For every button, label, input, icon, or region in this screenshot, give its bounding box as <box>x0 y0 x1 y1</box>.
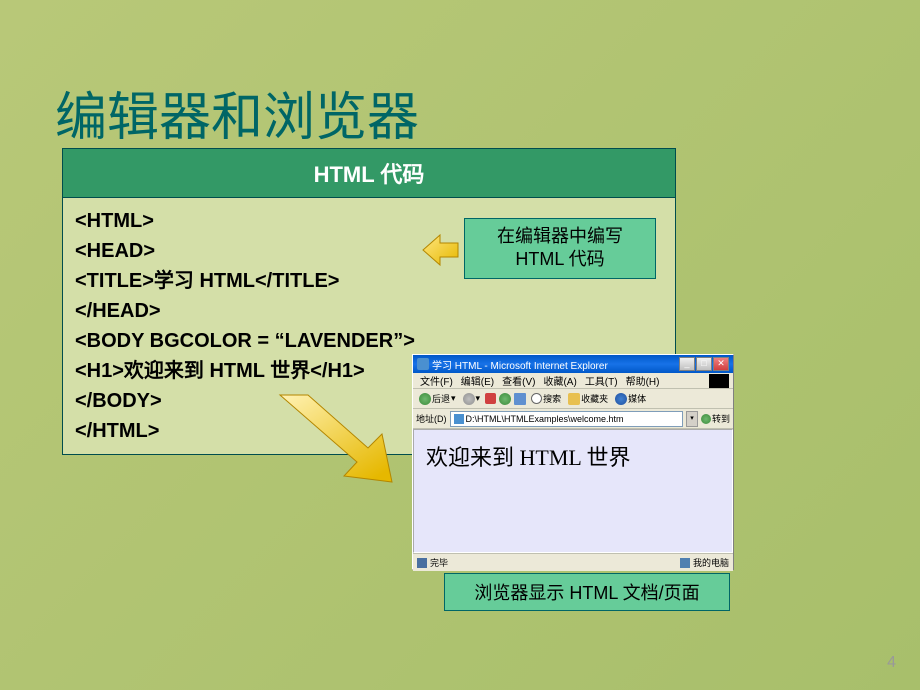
code-line: <BODY BGCOLOR = “LAVENDER”> <box>75 326 663 356</box>
address-input[interactable]: D:\HTML\HTMLExamples\welcome.htm <box>450 411 683 427</box>
address-url: D:\HTML\HTMLExamples\welcome.htm <box>466 414 624 424</box>
page-number: 4 <box>887 654 896 672</box>
done-icon <box>417 558 427 568</box>
maximize-button[interactable]: □ <box>696 357 712 371</box>
home-icon[interactable] <box>514 393 526 405</box>
callout-browser: 浏览器显示 HTML 文档/页面 <box>444 573 730 611</box>
browser-addressbar: 地址(D) D:\HTML\HTMLExamples\welcome.htm ▾… <box>413 409 733 429</box>
favorites-icon <box>568 393 580 405</box>
menu-file[interactable]: 文件(F) <box>417 373 456 388</box>
browser-title: 学习 HTML - Microsoft Internet Explorer <box>417 357 608 372</box>
callout-editor-line2: HTML 代码 <box>469 248 651 271</box>
menu-items: 文件(F) 编辑(E) 查看(V) 收藏(A) 工具(T) 帮助(H) <box>417 373 662 388</box>
status-done: 完毕 <box>430 556 448 569</box>
status-zone: 我的电脑 <box>693 556 729 569</box>
chevron-down-icon: ▾ <box>476 393 481 404</box>
zone-icon <box>680 558 690 568</box>
refresh-icon[interactable] <box>499 393 511 405</box>
status-right: 我的电脑 <box>680 556 729 569</box>
ie-icon <box>417 358 429 370</box>
forward-button[interactable]: ▾ <box>461 393 483 405</box>
go-icon <box>701 414 711 424</box>
arrow-down-right-icon <box>260 390 410 490</box>
browser-menubar: 文件(F) 编辑(E) 查看(V) 收藏(A) 工具(T) 帮助(H) <box>413 373 733 389</box>
browser-content: 欢迎来到 HTML 世界 <box>413 429 733 553</box>
media-icon <box>615 393 627 405</box>
search-label: 搜索 <box>543 392 561 405</box>
page-heading: 欢迎来到 HTML 世界 <box>426 445 631 470</box>
menu-view[interactable]: 查看(V) <box>499 373 538 388</box>
status-left: 完毕 <box>417 556 448 569</box>
media-button[interactable]: 媒体 <box>613 392 648 405</box>
menu-favorites[interactable]: 收藏(A) <box>540 373 579 388</box>
favorites-button[interactable]: 收藏夹 <box>566 392 610 405</box>
back-label: 后退 <box>432 392 450 405</box>
back-button[interactable]: 后退 ▾ <box>417 392 458 405</box>
menu-help[interactable]: 帮助(H) <box>623 373 663 388</box>
favorites-label: 收藏夹 <box>581 392 608 405</box>
address-label: 地址(D) <box>416 412 447 425</box>
browser-titlebar: 学习 HTML - Microsoft Internet Explorer _ … <box>413 355 733 373</box>
page-icon <box>454 414 464 424</box>
code-line: </HEAD> <box>75 296 663 326</box>
stop-icon[interactable] <box>485 393 496 404</box>
callout-editor-line1: 在编辑器中编写 <box>469 225 651 248</box>
forward-icon <box>463 393 475 405</box>
arrow-left-icon <box>420 230 460 270</box>
slide-title: 编辑器和浏览器 <box>55 75 419 150</box>
chevron-down-icon: ▾ <box>451 393 456 404</box>
menu-tools[interactable]: 工具(T) <box>582 373 621 388</box>
go-label: 转到 <box>712 412 730 425</box>
address-dropdown[interactable]: ▾ <box>686 411 698 427</box>
media-label: 媒体 <box>628 392 646 405</box>
close-button[interactable]: ✕ <box>713 357 729 371</box>
browser-statusbar: 完毕 我的电脑 <box>413 553 733 571</box>
minimize-button[interactable]: _ <box>679 357 695 371</box>
browser-window: 学习 HTML - Microsoft Internet Explorer _ … <box>412 354 734 570</box>
back-icon <box>419 393 431 405</box>
code-table-header: HTML 代码 <box>63 149 675 198</box>
go-button[interactable]: 转到 <box>701 412 730 425</box>
browser-title-text: 学习 HTML - Microsoft Internet Explorer <box>432 357 608 372</box>
menu-edit[interactable]: 编辑(E) <box>458 373 497 388</box>
callout-editor: 在编辑器中编写 HTML 代码 <box>464 218 656 279</box>
window-controls: _ □ ✕ <box>679 357 729 371</box>
ie-throbber-icon <box>709 374 729 388</box>
browser-toolbar: 后退 ▾ ▾ 搜索 收藏夹 媒体 <box>413 389 733 409</box>
search-button[interactable]: 搜索 <box>529 392 563 405</box>
search-icon <box>531 393 542 404</box>
